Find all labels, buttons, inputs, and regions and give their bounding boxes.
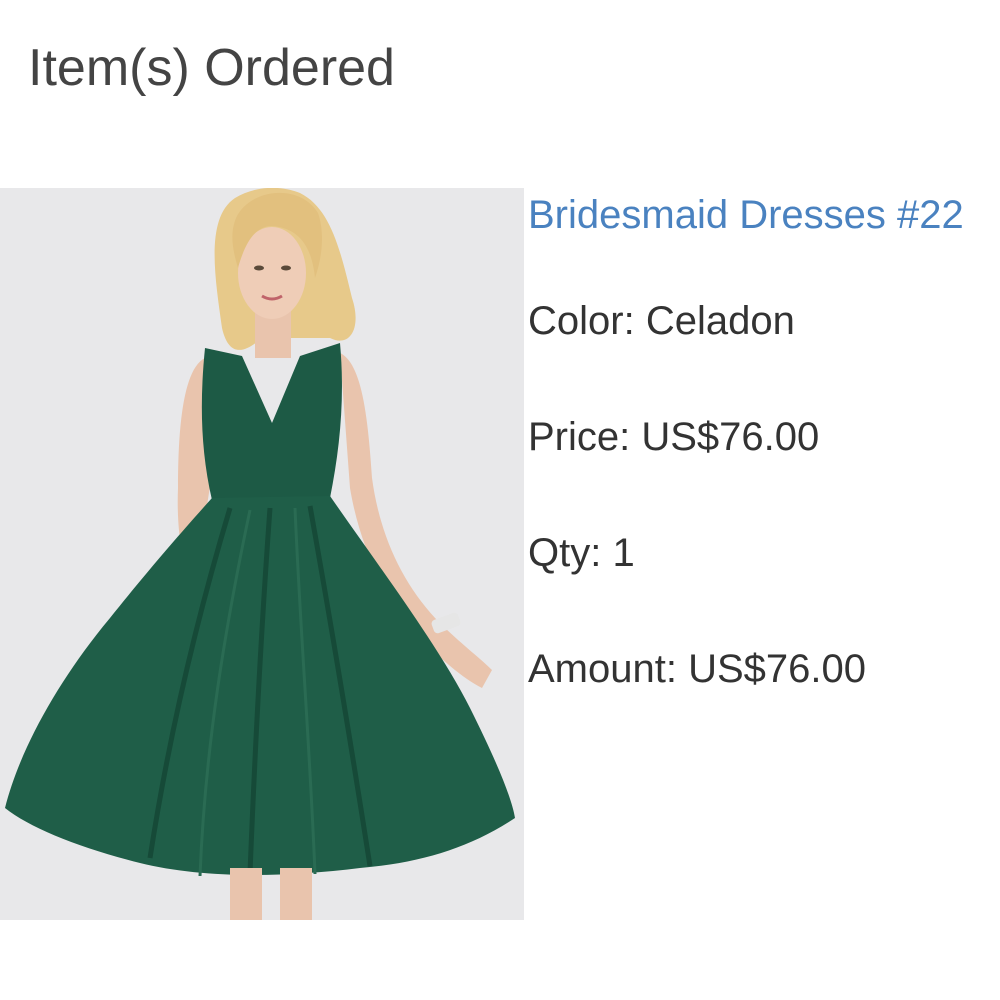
section-title: Item(s) Ordered xyxy=(28,39,395,97)
product-name-link[interactable]: Bridesmaid Dresses #22 xyxy=(528,190,1000,240)
product-image[interactable] xyxy=(0,188,524,920)
item-amount: Amount: US$76.00 xyxy=(528,647,866,691)
item-color: Color: Celadon xyxy=(528,299,795,343)
item-quantity: Qty: 1 xyxy=(528,531,635,575)
order-items-page: Item(s) Ordered Bridesmaid Dresses #22 C… xyxy=(0,0,1000,1000)
item-details: Bridesmaid Dresses #22 Color: Celadon Pr… xyxy=(528,190,1000,694)
item-price: Price: US$76.00 xyxy=(528,415,820,459)
